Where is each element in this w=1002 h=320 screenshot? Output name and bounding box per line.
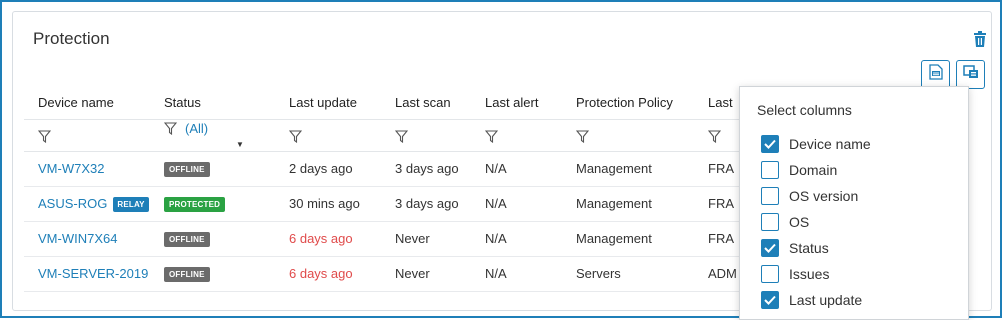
last-scan-cell: Never [381, 221, 471, 257]
filter-cell-last-scan [381, 118, 471, 152]
policy-cell: Management [562, 186, 694, 222]
last-alert-cell: N/A [471, 151, 562, 187]
last-update-cell: 6 days ago [275, 256, 381, 292]
column-header-protection-policy[interactable]: Protection Policy [562, 86, 694, 119]
device-name-link[interactable]: VM-WIN7X64 [38, 231, 117, 246]
column-option-label: Device name [789, 136, 871, 152]
filter-cell-last [694, 118, 744, 152]
funnel-icon[interactable] [37, 130, 52, 143]
devices-table: Device name Status Last update Last scan… [24, 86, 744, 292]
column-option-status[interactable]: Status [761, 238, 829, 258]
table-row[interactable]: VM-SERVER-2019 OFFLINE 6 days ago Never … [24, 256, 744, 292]
last-update-cell: 2 days ago [275, 151, 381, 187]
last-scan-cell: 3 days ago [381, 151, 471, 187]
panel-title: Protection [33, 29, 110, 48]
column-option-label: Issues [789, 266, 830, 282]
table-row[interactable]: VM-WIN7X64 OFFLINE 6 days ago Never N/A … [24, 221, 744, 257]
checkbox-unchecked[interactable] [761, 213, 779, 231]
column-option-label: OS [789, 214, 810, 230]
policy-cell: Management [562, 221, 694, 257]
funnel-icon[interactable] [288, 130, 303, 143]
select-columns-title: Select columns [757, 102, 852, 118]
checkbox-unchecked[interactable] [761, 161, 779, 179]
filter-row: (All) ▼ [24, 118, 744, 152]
caret-down-icon[interactable]: ▼ [236, 140, 244, 149]
column-option-issues[interactable]: Issues [761, 264, 829, 284]
last-scan-cell: Never [381, 256, 471, 292]
last-update-cell: 30 mins ago [275, 186, 381, 222]
status-badge: OFFLINE [164, 266, 210, 282]
column-header-status[interactable]: Status [150, 86, 275, 119]
column-header-last-scan[interactable]: Last scan [381, 86, 471, 119]
column-header-device-name[interactable]: Device name [24, 86, 150, 119]
window-frame: Protection Device name Status Last updat… [0, 0, 1002, 320]
last-cell: ADM [694, 256, 744, 292]
checkbox-checked[interactable] [761, 135, 779, 153]
device-name-link[interactable]: ASUS-ROG [38, 196, 107, 211]
status-badge: OFFLINE [164, 231, 210, 247]
checkbox-unchecked[interactable] [761, 265, 779, 283]
column-option-os-version[interactable]: OS version [761, 186, 858, 206]
funnel-icon[interactable] [575, 130, 590, 143]
export-icon [928, 64, 943, 85]
column-option-label: Domain [789, 162, 838, 178]
column-option-label: Last update [789, 292, 863, 308]
filter-cell-last-update [275, 118, 381, 152]
column-header-last-update[interactable]: Last update [275, 86, 381, 119]
status-badge: PROTECTED [164, 196, 226, 212]
funnel-icon[interactable] [707, 130, 722, 143]
filter-cell-protection-policy [562, 118, 694, 152]
device-name-link[interactable]: VM-SERVER-2019 [38, 266, 148, 281]
column-option-domain[interactable]: Domain [761, 160, 837, 180]
select-columns-dropdown: Select columns Device name Domain OS ver… [739, 86, 969, 320]
last-alert-cell: N/A [471, 256, 562, 292]
status-badge: OFFLINE [164, 161, 210, 177]
funnel-icon[interactable] [163, 122, 178, 135]
last-alert-cell: N/A [471, 221, 562, 257]
funnel-icon[interactable] [394, 130, 409, 143]
table-row[interactable]: ASUS-ROG RELAY PROTECTED 30 mins ago 3 da… [24, 186, 744, 222]
column-option-os[interactable]: OS [761, 212, 809, 232]
checkbox-unchecked[interactable] [761, 187, 779, 205]
last-alert-cell: N/A [471, 186, 562, 222]
device-name-link[interactable]: VM-W7X32 [38, 161, 104, 176]
last-cell: FRA [694, 186, 744, 222]
filter-cell-device-name [24, 118, 150, 152]
filter-cell-status: (All) ▼ [150, 118, 275, 152]
column-option-device-name[interactable]: Device name [761, 134, 871, 154]
column-header-last[interactable]: Last [694, 86, 744, 119]
column-option-label: Status [789, 240, 829, 256]
relay-badge: RELAY [113, 196, 149, 212]
last-cell: FRA [694, 151, 744, 187]
funnel-icon[interactable] [484, 130, 499, 143]
checkbox-checked[interactable] [761, 239, 779, 257]
table-header-row: Device name Status Last update Last scan… [24, 86, 744, 119]
column-header-last-alert[interactable]: Last alert [471, 86, 562, 119]
policy-cell: Management [562, 151, 694, 187]
column-select-icon [962, 65, 979, 84]
trash-icon[interactable] [973, 31, 987, 47]
column-option-last-update[interactable]: Last update [761, 290, 862, 310]
export-button[interactable] [921, 60, 950, 89]
column-select-button[interactable] [956, 60, 985, 89]
policy-cell: Servers [562, 256, 694, 292]
filter-cell-last-alert [471, 118, 562, 152]
last-update-cell: 6 days ago [275, 221, 381, 257]
column-option-label: OS version [789, 188, 859, 204]
table-row[interactable]: VM-W7X32 OFFLINE 2 days ago 3 days ago N… [24, 151, 744, 187]
last-scan-cell: 3 days ago [381, 186, 471, 222]
last-cell: FRA [694, 221, 744, 257]
checkbox-checked[interactable] [761, 291, 779, 309]
status-filter-select[interactable]: (All) [185, 121, 208, 136]
